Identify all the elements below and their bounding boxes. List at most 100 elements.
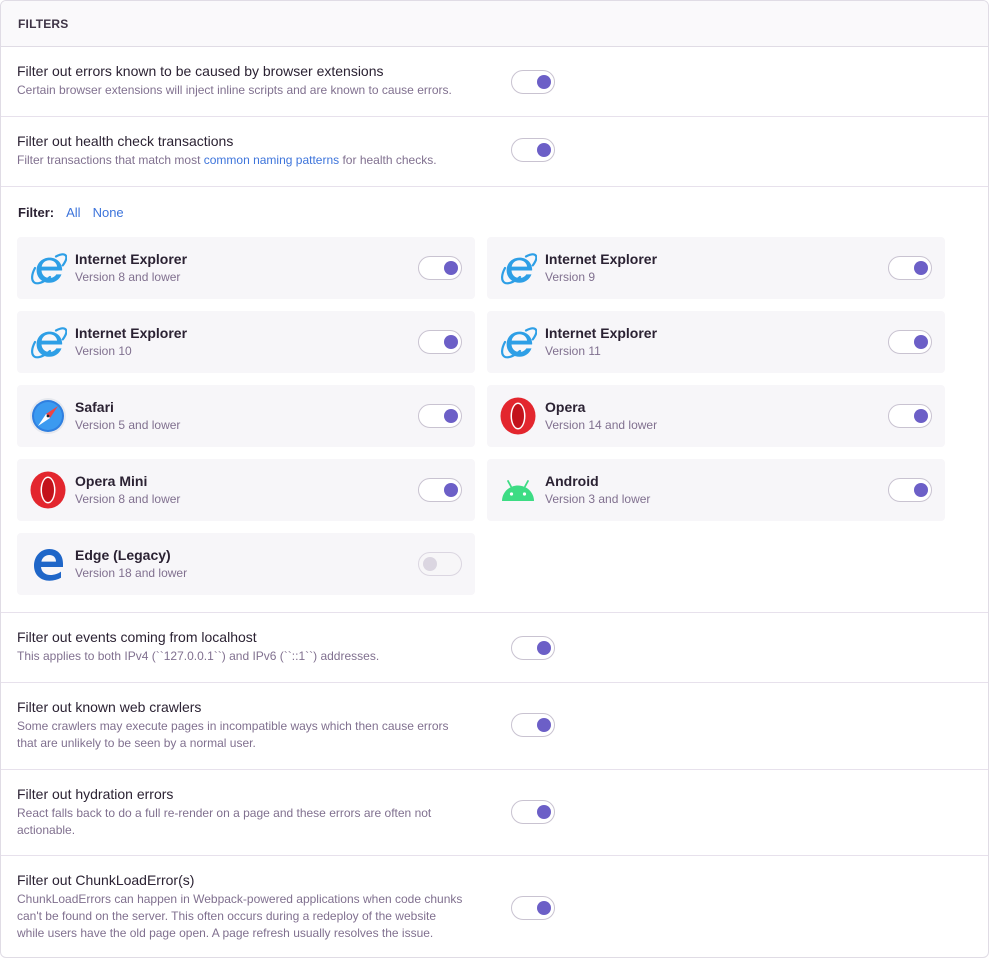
help-line: can't be found on the server. This often… [17, 909, 436, 923]
browser-extensions-toggle[interactable] [511, 70, 555, 94]
filter-help: ChunkLoadErrors can happen in Webpack-po… [17, 891, 487, 942]
help-line: while users have the old page open. A pa… [17, 926, 434, 940]
browser-version: Version 5 and lower [75, 418, 181, 432]
browser-card-ie9: Internet Explorer Version 9 [487, 237, 945, 299]
help-line: React falls back to do a full re-render … [17, 806, 432, 820]
toggle-knob [537, 805, 551, 819]
browser-toggle[interactable] [418, 404, 462, 428]
browser-name: Edge (Legacy) [75, 547, 171, 563]
browser-toggle[interactable] [418, 330, 462, 354]
browser-toggle[interactable] [888, 330, 932, 354]
browser-toggle[interactable] [888, 478, 932, 502]
internet-explorer-icon [499, 249, 537, 287]
filter-row-localhost: Filter out events coming from localhost … [1, 613, 988, 683]
filter-row-browser-extensions: Filter out errors known to be caused by … [1, 47, 988, 117]
filter-row-health-check: Filter out health check transactions Fil… [1, 117, 988, 187]
filter-title: Filter out health check transactions [17, 133, 234, 149]
filter-row-web-crawlers: Filter out known web crawlers Some crawl… [1, 683, 988, 770]
filter-title: Filter out hydration errors [17, 786, 174, 802]
help-line: that are unlikely to be seen by a normal… [17, 736, 256, 750]
browser-version: Version 9 [545, 270, 596, 284]
browser-name: Internet Explorer [545, 251, 658, 267]
help-text-after: for health checks. [339, 153, 437, 167]
filter-label: Filter out events coming from localhost … [17, 628, 487, 665]
browser-toggle[interactable] [418, 478, 462, 502]
browser-name: Internet Explorer [75, 251, 188, 267]
select-none-link[interactable]: None [93, 205, 124, 220]
browser-card-safari: Safari Version 5 and lower [17, 385, 475, 447]
filter-label: Filter out known web crawlers Some crawl… [17, 698, 487, 752]
help-line: ChunkLoadErrors can happen in Webpack-po… [17, 892, 463, 906]
browser-name: Internet Explorer [545, 325, 658, 341]
browser-version: Version 8 and lower [75, 492, 181, 506]
opera-icon [499, 397, 537, 435]
localhost-toggle[interactable] [511, 636, 555, 660]
browser-version: Version 11 [545, 344, 601, 358]
chunk-load-error-toggle[interactable] [511, 896, 555, 920]
web-crawlers-toggle[interactable] [511, 713, 555, 737]
filter-label: Filter out errors known to be caused by … [17, 62, 487, 99]
edge-legacy-icon [29, 545, 67, 583]
filter-label: Filter out ChunkLoadError(s) ChunkLoadEr… [17, 871, 487, 942]
browser-version: Version 8 and lower [75, 270, 181, 284]
browser-name: Safari [75, 399, 114, 415]
filter-label: Filter out hydration errors React falls … [17, 785, 487, 839]
filter-row-hydration-errors: Filter out hydration errors React falls … [1, 770, 988, 856]
toggle-knob [537, 75, 551, 89]
filter-help: React falls back to do a full re-render … [17, 805, 487, 839]
filter-title: Filter out known web crawlers [17, 699, 202, 715]
browser-card-ie10: Internet Explorer Version 10 [17, 311, 475, 373]
toggle-knob [444, 483, 458, 497]
toggle-knob [914, 261, 928, 275]
browser-card-edge-legacy: Edge (Legacy) Version 18 and lower [17, 533, 475, 595]
toggle-knob [914, 335, 928, 349]
toggle-knob [537, 901, 551, 915]
internet-explorer-icon [29, 323, 67, 361]
internet-explorer-icon [499, 323, 537, 361]
toggle-knob [914, 409, 928, 423]
opera-icon [29, 471, 67, 509]
browser-name: Internet Explorer [75, 325, 188, 341]
help-line: actionable. [17, 823, 76, 837]
filter-help: This applies to both IPv4 (``127.0.0.1``… [17, 649, 380, 663]
help-text-before: Filter transactions that match most [17, 153, 204, 167]
filter-label: Filter: [18, 205, 55, 220]
browser-version: Version 18 and lower [75, 566, 188, 580]
browser-version: Version 10 [75, 344, 132, 358]
filter-help: Certain browser extensions will inject i… [17, 83, 452, 97]
filter-help: Filter transactions that match most comm… [17, 152, 487, 169]
browser-toggle[interactable] [888, 404, 932, 428]
browser-card-ie8: Internet Explorer Version 8 and lower [17, 237, 475, 299]
toggle-knob [444, 335, 458, 349]
toggle-knob [537, 641, 551, 655]
filter-title: Filter out events coming from localhost [17, 629, 257, 645]
android-icon [499, 471, 537, 509]
filters-panel: FILTERS Filter out errors known to be ca… [0, 0, 989, 958]
browser-name: Opera Mini [75, 473, 148, 489]
browser-toggle[interactable] [888, 256, 932, 280]
common-naming-patterns-link[interactable]: common naming patterns [204, 153, 339, 167]
hydration-errors-toggle[interactable] [511, 800, 555, 824]
filter-title: Filter out ChunkLoadError(s) [17, 872, 195, 888]
toggle-knob [914, 483, 928, 497]
browser-toggle[interactable] [418, 256, 462, 280]
browser-card-opera-mini: Opera Mini Version 8 and lower [17, 459, 475, 521]
toggle-knob [537, 718, 551, 732]
browser-card-opera: Opera Version 14 and lower [487, 385, 945, 447]
panel-title: FILTERS [18, 16, 69, 31]
browser-version: Version 3 and lower [545, 492, 651, 506]
browser-name: Android [545, 473, 599, 489]
select-all-link[interactable]: All [66, 205, 80, 220]
health-check-toggle[interactable] [511, 138, 555, 162]
toggle-knob [537, 143, 551, 157]
filter-label: Filter out health check transactions Fil… [17, 132, 487, 169]
internet-explorer-icon [29, 249, 67, 287]
filter-title: Filter out errors known to be caused by … [17, 63, 384, 79]
browser-name: Opera [545, 399, 586, 415]
filter-help: Some crawlers may execute pages in incom… [17, 718, 487, 752]
browser-toggle[interactable] [418, 552, 462, 576]
toggle-knob [423, 557, 437, 571]
browser-card-ie11: Internet Explorer Version 11 [487, 311, 945, 373]
help-line: Some crawlers may execute pages in incom… [17, 719, 449, 733]
filter-row-chunk-load-error: Filter out ChunkLoadError(s) ChunkLoadEr… [1, 856, 988, 957]
